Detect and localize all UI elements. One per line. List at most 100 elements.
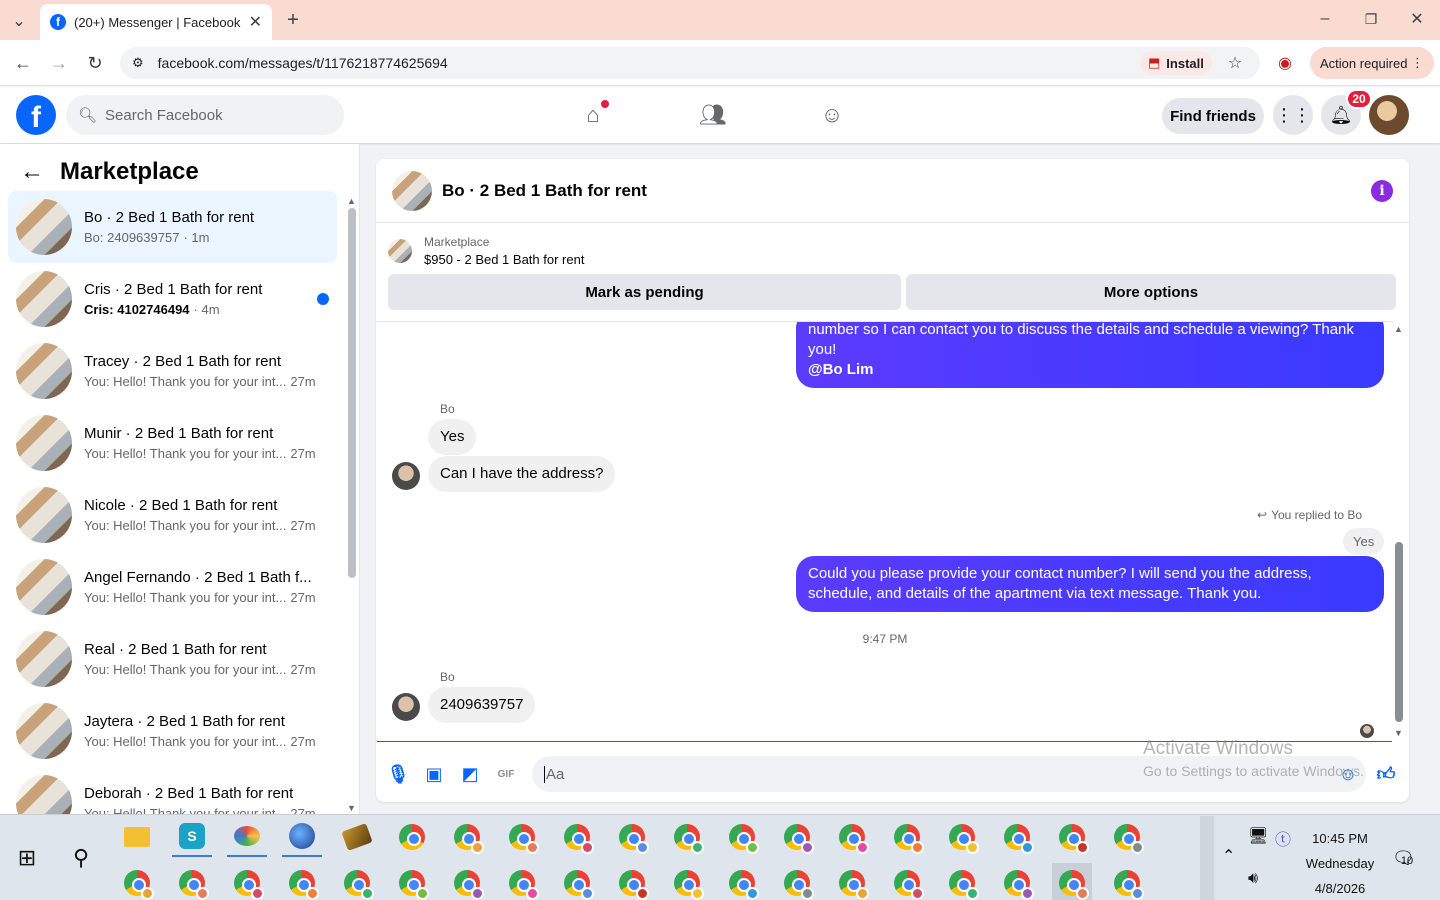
back-icon[interactable]: ←	[12, 52, 34, 74]
message-scroll-down-icon[interactable]: ▼	[1394, 728, 1403, 738]
mention-text[interactable]: @Bo Lim	[808, 360, 1372, 380]
site-settings-icon[interactable]: ⚙	[132, 55, 144, 71]
restore-icon[interactable]: ❐	[1360, 8, 1382, 30]
quoted-message[interactable]: Yes	[1343, 528, 1385, 555]
globe-app-icon[interactable]	[282, 817, 322, 857]
minimize-icon[interactable]: –	[1314, 8, 1336, 30]
install-app-button[interactable]: ⬒ Install	[1140, 51, 1212, 75]
volume-icon[interactable]: 🔊︎	[1248, 870, 1258, 888]
chat-listing-thumbnail[interactable]	[392, 170, 432, 211]
chrome-profile-icon[interactable]	[887, 817, 927, 857]
chrome-profile-icon[interactable]	[227, 863, 267, 900]
chrome-icon[interactable]	[392, 817, 432, 857]
chrome-profile-icon[interactable]	[887, 863, 927, 900]
chrome-profile-icon[interactable]	[117, 863, 157, 900]
chrome-profile-icon[interactable]	[667, 863, 707, 900]
forward-icon[interactable]: →	[48, 52, 70, 74]
chrome-profile-icon[interactable]	[942, 863, 982, 900]
chrome-profile-icon[interactable]	[777, 863, 817, 900]
conversation-item-jaytera[interactable]: Jaytera · 2 Bed 1 Bath for rent You: Hel…	[8, 695, 337, 767]
chrome-profile-icon[interactable]	[502, 817, 542, 857]
tray-chevron-up-icon[interactable]: ⌃	[1222, 846, 1235, 866]
chrome-profile-icon[interactable]	[722, 817, 762, 857]
scroll-up-icon[interactable]: ▲	[347, 196, 356, 206]
chrome-profile-icon[interactable]	[557, 863, 597, 900]
menu-grid-icon[interactable]: ⋮⋮	[1273, 95, 1313, 135]
address-bar[interactable]: ⚙ facebook.com/messages/t/11762187746256…	[120, 47, 1260, 79]
app-icon-s[interactable]: S	[172, 817, 212, 857]
chrome-profile-icon[interactable]	[612, 863, 652, 900]
chrome-profile-icon[interactable]	[1052, 817, 1092, 857]
network-icon[interactable]: 🖥︎	[1248, 826, 1268, 846]
paint-app-icon[interactable]	[227, 817, 267, 857]
friends-icon[interactable]: 👥︎	[693, 98, 733, 132]
conversation-item-bo[interactable]: Bo · 2 Bed 1 Bath for rent Bo: 240963975…	[8, 191, 337, 263]
chrome-profile-icon[interactable]	[172, 863, 212, 900]
info-icon[interactable]: i	[1371, 179, 1393, 202]
chrome-profile-icon[interactable]	[722, 863, 762, 900]
conversation-item-real[interactable]: Real · 2 Bed 1 Bath for rent You: Hello!…	[8, 623, 337, 695]
tab-search-chevron-icon[interactable]: ⌄	[8, 10, 30, 32]
teams-icon[interactable]: ⓣ	[1275, 826, 1291, 850]
message-input[interactable]: Aa	[532, 756, 1366, 792]
chrome-profile-icon[interactable]	[447, 817, 487, 857]
profile-icon[interactable]: ◉	[1274, 52, 1296, 74]
chrome-profile-icon[interactable]	[557, 817, 597, 857]
chrome-profile-icon[interactable]	[337, 863, 377, 900]
account-avatar[interactable]	[1369, 95, 1409, 135]
chat-title[interactable]: Bo · 2 Bed 1 Bath for rent	[442, 181, 1361, 201]
find-friends-button[interactable]: Find friends	[1162, 98, 1264, 134]
close-window-icon[interactable]: ✕	[1406, 8, 1428, 30]
chrome-profile-icon[interactable]	[997, 817, 1037, 857]
browser-tab[interactable]: f (20+) Messenger | Facebook ✕	[40, 4, 272, 40]
reload-icon[interactable]: ↻	[84, 52, 106, 74]
thumbs-up-icon[interactable]: 👍︎	[1374, 762, 1398, 786]
chrome-profile-icon[interactable]	[612, 817, 652, 857]
photo-icon[interactable]: ▣	[422, 762, 446, 786]
sender-avatar[interactable]	[392, 462, 420, 490]
taskbar-search-icon[interactable]: ⚲	[61, 838, 101, 878]
sticker-icon[interactable]: ◩	[458, 762, 482, 786]
sender-avatar[interactable]	[392, 693, 420, 721]
scroll-down-icon[interactable]: ▼	[347, 803, 356, 813]
groups-icon[interactable]: ☺	[812, 98, 852, 132]
chrome-profile-icon[interactable]	[777, 817, 817, 857]
chrome-profile-icon-active[interactable]	[1052, 863, 1092, 900]
chrome-profile-icon[interactable]	[502, 863, 542, 900]
conversation-item-nicole[interactable]: Nicole · 2 Bed 1 Bath for rent You: Hell…	[8, 479, 337, 551]
sidebar-scrollbar[interactable]	[348, 208, 356, 578]
chrome-profile-icon[interactable]	[832, 817, 872, 857]
file-explorer-icon[interactable]	[117, 817, 157, 857]
message-scrollbar[interactable]	[1395, 542, 1403, 722]
conversation-item-angel-fernando[interactable]: Angel Fernando · 2 Bed 1 Bath f... You: …	[8, 551, 337, 623]
cards-app-icon[interactable]	[337, 817, 377, 857]
chrome-profile-icon[interactable]	[1107, 863, 1147, 900]
chrome-profile-icon[interactable]	[997, 863, 1037, 900]
mark-as-pending-button[interactable]: Mark as pending	[388, 274, 901, 310]
chrome-profile-icon[interactable]	[942, 817, 982, 857]
facebook-logo[interactable]: f	[16, 95, 56, 135]
chrome-profile-icon[interactable]	[832, 863, 872, 900]
chrome-profile-icon[interactable]	[667, 817, 707, 857]
search-input[interactable]: 🔍︎ Search Facebook	[66, 95, 344, 135]
action-required-button[interactable]: Action required ⋮	[1310, 47, 1434, 79]
emoji-icon[interactable]: ☺	[1336, 762, 1360, 786]
close-tab-icon[interactable]: ✕	[249, 12, 262, 32]
listing-summary[interactable]: Marketplace $950 - 2 Bed 1 Bath for rent	[388, 231, 1396, 271]
more-options-button[interactable]: More options	[906, 274, 1396, 310]
new-tab-button[interactable]: +	[282, 9, 304, 31]
windows-start-icon[interactable]: ⊞	[7, 838, 47, 878]
gif-icon[interactable]: GIF	[494, 762, 518, 786]
conversation-item-tracey[interactable]: Tracey · 2 Bed 1 Bath for rent You: Hell…	[8, 335, 337, 407]
bookmark-star-icon[interactable]: ☆	[1224, 52, 1246, 74]
clock[interactable]: 10:45 PM Wednesday 4/8/2026	[1300, 826, 1380, 900]
conversation-item-cris[interactable]: Cris · 2 Bed 1 Bath for rent Cris: 41027…	[8, 263, 337, 335]
taskbar-overflow-scroll[interactable]	[1200, 816, 1214, 900]
conversation-item-deborah[interactable]: Deborah · 2 Bed 1 Bath for rent You: Hel…	[8, 767, 337, 814]
microphone-icon[interactable]: 🎙︎	[386, 762, 410, 786]
chrome-profile-icon[interactable]	[392, 863, 432, 900]
conversation-item-munir[interactable]: Munir · 2 Bed 1 Bath for rent You: Hello…	[8, 407, 337, 479]
chrome-profile-icon[interactable]	[447, 863, 487, 900]
chrome-profile-icon[interactable]	[282, 863, 322, 900]
chrome-profile-icon[interactable]	[1107, 817, 1147, 857]
